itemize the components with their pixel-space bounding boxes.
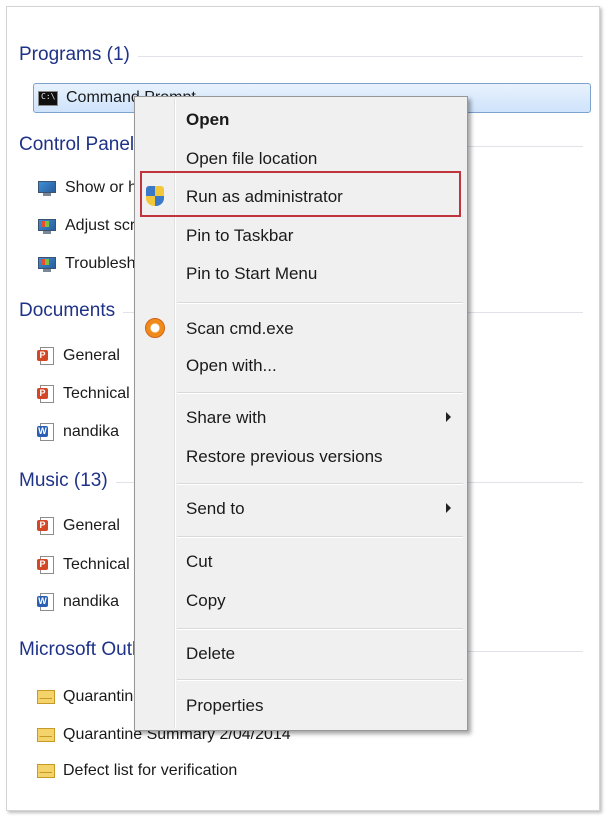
result-item-label: General xyxy=(63,347,120,364)
menu-separator xyxy=(177,392,463,394)
context-menu: Open Open file location Run as administr… xyxy=(134,96,468,731)
result-item-label: Technical xyxy=(63,385,130,402)
menu-item-pin-to-start-menu[interactable]: Pin to Start Menu xyxy=(137,257,465,291)
group-header-label: Programs (1) xyxy=(19,44,130,65)
result-item-label: nandika xyxy=(63,423,120,440)
powerpoint-icon: P xyxy=(37,346,55,366)
word-icon: W xyxy=(37,422,55,442)
menu-item-label: Pin to Start Menu xyxy=(186,264,318,283)
powerpoint-icon: P xyxy=(37,384,55,404)
menu-item-label: Share with xyxy=(186,408,267,427)
mail-icon xyxy=(37,764,55,778)
menu-item-share-with[interactable]: Share with xyxy=(137,401,465,435)
powerpoint-icon: P xyxy=(37,516,55,536)
menu-item-copy[interactable]: Copy xyxy=(137,584,465,618)
menu-separator xyxy=(177,536,463,538)
start-menu-search-results: Programs (1) Command Prompt Control Pane… xyxy=(6,6,600,811)
avast-icon xyxy=(145,318,165,338)
group-header-label: Documents xyxy=(19,300,116,321)
result-item-document[interactable]: P General xyxy=(37,343,120,369)
divider xyxy=(137,56,583,57)
result-item-label: General xyxy=(63,517,120,534)
result-item-music[interactable]: W nandika xyxy=(37,589,119,615)
menu-item-label: Pin to Taskbar xyxy=(186,226,294,245)
powerpoint-icon: P xyxy=(37,555,55,575)
result-item-mail[interactable]: Defect list for verification xyxy=(37,758,237,784)
result-item-label: Defect list for verification xyxy=(63,762,238,779)
group-header-programs[interactable]: Programs (1) xyxy=(19,41,583,69)
word-icon: W xyxy=(37,592,55,612)
menu-item-cut[interactable]: Cut xyxy=(137,545,465,579)
menu-item-properties[interactable]: Properties xyxy=(137,689,465,723)
menu-item-pin-to-taskbar[interactable]: Pin to Taskbar xyxy=(137,219,465,253)
menu-item-label: Scan cmd.exe xyxy=(186,319,294,338)
menu-separator xyxy=(177,302,463,304)
menu-item-scan[interactable]: Scan cmd.exe xyxy=(137,312,465,346)
display-settings-icon xyxy=(37,218,57,235)
menu-separator xyxy=(177,483,463,485)
troubleshoot-icon xyxy=(37,256,57,273)
menu-item-label: Send to xyxy=(186,499,245,518)
highlight-annotation xyxy=(140,171,461,217)
mail-icon xyxy=(37,690,55,704)
cmd-icon xyxy=(38,90,58,106)
menu-separator xyxy=(177,679,463,681)
menu-item-label: Open xyxy=(186,110,230,129)
menu-item-open[interactable]: Open xyxy=(137,103,465,137)
menu-item-label: Delete xyxy=(186,644,236,663)
menu-item-send-to[interactable]: Send to xyxy=(137,492,465,526)
mail-icon xyxy=(37,728,55,742)
result-item-label: Technical xyxy=(63,556,130,573)
result-item-document[interactable]: W nandika xyxy=(37,419,119,445)
result-item-music[interactable]: P Technical xyxy=(37,552,130,578)
result-item-document[interactable]: P Technical xyxy=(37,381,130,407)
group-header-label: Music (13) xyxy=(19,470,108,491)
menu-item-label: Cut xyxy=(186,552,213,571)
submenu-arrow-icon xyxy=(446,412,451,422)
result-item-label: nandika xyxy=(63,593,120,610)
menu-item-label: Restore previous versions xyxy=(186,447,383,466)
menu-item-label: Properties xyxy=(186,696,264,715)
menu-item-label: Copy xyxy=(186,591,226,610)
menu-item-label: Open file location xyxy=(186,149,318,168)
result-item-music[interactable]: P General xyxy=(37,513,120,539)
menu-item-open-with[interactable]: Open with... xyxy=(137,349,465,383)
menu-item-restore-previous-versions[interactable]: Restore previous versions xyxy=(137,440,465,474)
submenu-arrow-icon xyxy=(446,503,451,513)
menu-item-label: Open with... xyxy=(186,356,277,375)
menu-item-delete[interactable]: Delete xyxy=(137,637,465,671)
menu-separator xyxy=(177,628,463,630)
monitor-icon xyxy=(37,180,57,197)
